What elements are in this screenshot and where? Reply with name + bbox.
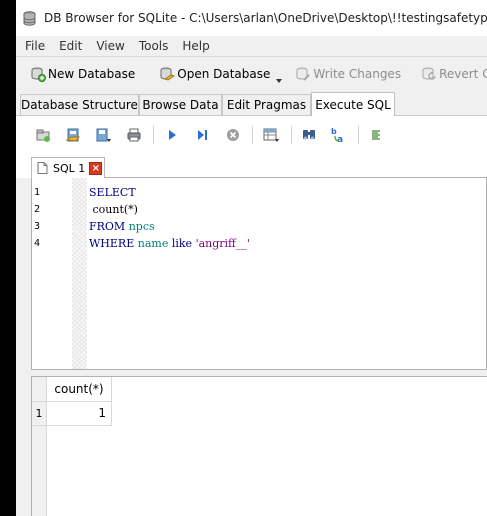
save-sql-file-icon[interactable] <box>93 125 113 145</box>
editor-tab-bar: SQL 1 × <box>16 154 487 178</box>
code-line[interactable]: 4 WHERE name like 'angriff__' <box>32 235 486 252</box>
sql-editor[interactable]: 1 SELECT 2 count(*) 3 FROM npcs 4 WHERE name l… <box>31 177 487 370</box>
save-results-icon[interactable] <box>261 125 281 145</box>
sql-toolbar-separator <box>252 126 253 144</box>
code-text: SELECT <box>89 184 136 201</box>
title-bar: DB Browser for SQLite - C:\Users\arlan\O… <box>16 0 487 36</box>
tab-browse-data[interactable]: Browse Data <box>139 94 222 115</box>
sql-toolbar: ba <box>16 116 487 154</box>
open-database-icon <box>160 67 176 81</box>
column-header[interactable]: count(*) <box>47 377 112 402</box>
results-grid[interactable]: count(*) 1 1 <box>31 376 487 516</box>
line-number: 2 <box>34 204 41 215</box>
code-line[interactable]: 3 FROM npcs <box>32 218 486 235</box>
find-replace-icon[interactable]: ba <box>329 125 349 145</box>
write-changes-button[interactable]: Write Changes <box>291 62 407 86</box>
comment-icon[interactable] <box>366 125 386 145</box>
row-header-gutter <box>32 426 47 516</box>
menu-edit[interactable]: Edit <box>52 39 89 53</box>
code-token-id: name <box>137 237 169 250</box>
menu-help[interactable]: Help <box>175 39 216 53</box>
tab-execute-sql[interactable]: Execute SQL <box>311 92 395 116</box>
menu-view[interactable]: View <box>89 39 131 53</box>
menu-divider <box>16 56 487 57</box>
revert-changes-label: Revert Changes <box>439 66 487 81</box>
sql-toolbar-separator <box>358 126 359 144</box>
find-icon[interactable] <box>299 125 319 145</box>
open-sql-file-icon[interactable] <box>63 125 83 145</box>
code-token-id: npcs <box>128 220 155 233</box>
code-line[interactable]: 2 count(*) <box>32 201 486 218</box>
line-number: 4 <box>34 238 41 249</box>
menu-tools[interactable]: Tools <box>132 39 176 53</box>
line-number: 1 <box>34 187 41 198</box>
main-toolbar: New Database Open Database Write Changes <box>16 58 487 89</box>
new-database-label: New Database <box>48 66 136 81</box>
code-token-kw: like <box>171 237 193 250</box>
code-token-kw: SELECT <box>89 186 136 199</box>
menu-file[interactable]: File <box>16 39 52 53</box>
sql-document-icon <box>37 162 48 174</box>
stop-icon[interactable] <box>223 125 243 145</box>
execute-line-icon[interactable] <box>192 125 212 145</box>
write-changes-icon <box>296 67 311 81</box>
sql-editor-tab[interactable]: SQL 1 × <box>31 157 105 178</box>
window-title: DB Browser for SQLite - C:\Users\arlan\O… <box>44 11 487 25</box>
revert-changes-button[interactable]: Revert Changes <box>417 62 487 86</box>
sql-tab-label: SQL 1 <box>53 161 86 175</box>
code-text: count(*) <box>89 201 138 218</box>
code-text: FROM npcs <box>89 218 155 235</box>
open-database-dropdown[interactable] <box>276 78 283 83</box>
sql-toolbar-separator <box>291 126 292 144</box>
code-token-str: 'angriff__' <box>195 237 250 250</box>
open-database-label: Open Database <box>177 66 271 81</box>
svg-text:a: a <box>337 135 343 144</box>
code-token-fn: count <box>89 203 124 216</box>
revert-changes-icon <box>422 67 436 80</box>
print-icon[interactable] <box>124 125 144 145</box>
write-changes-label: Write Changes <box>313 66 402 81</box>
sql-toolbar-separator <box>153 126 154 144</box>
code-token-kw: FROM <box>89 220 126 233</box>
result-cell[interactable]: 1 <box>47 402 112 426</box>
new-database-button[interactable]: New Database <box>26 62 141 86</box>
tab-edit-pragmas[interactable]: Edit Pragmas <box>222 94 311 115</box>
code-token-kw: WHERE <box>89 237 135 250</box>
database-app-icon <box>23 10 36 26</box>
close-tab-icon[interactable]: × <box>89 161 103 175</box>
grid-corner[interactable] <box>32 377 47 402</box>
execute-all-icon[interactable] <box>162 125 182 145</box>
app-window: DB Browser for SQLite - C:\Users\arlan\O… <box>16 0 487 516</box>
menu-bar: File Edit View Tools Help <box>16 36 487 56</box>
tab-database-structure[interactable]: Database Structure <box>20 94 139 115</box>
main-tab-bar: Database Structure Browse Data Edit Prag… <box>16 92 487 116</box>
row-header[interactable]: 1 <box>32 402 47 426</box>
open-database-button[interactable]: Open Database <box>155 62 270 86</box>
code-line[interactable]: 1 SELECT <box>32 184 486 201</box>
new-database-icon <box>31 67 46 82</box>
code-text: WHERE name like 'angriff__' <box>89 235 250 252</box>
code-token-fn: (*) <box>123 203 138 216</box>
open-tab-icon[interactable] <box>33 125 53 145</box>
line-number: 3 <box>34 221 41 232</box>
